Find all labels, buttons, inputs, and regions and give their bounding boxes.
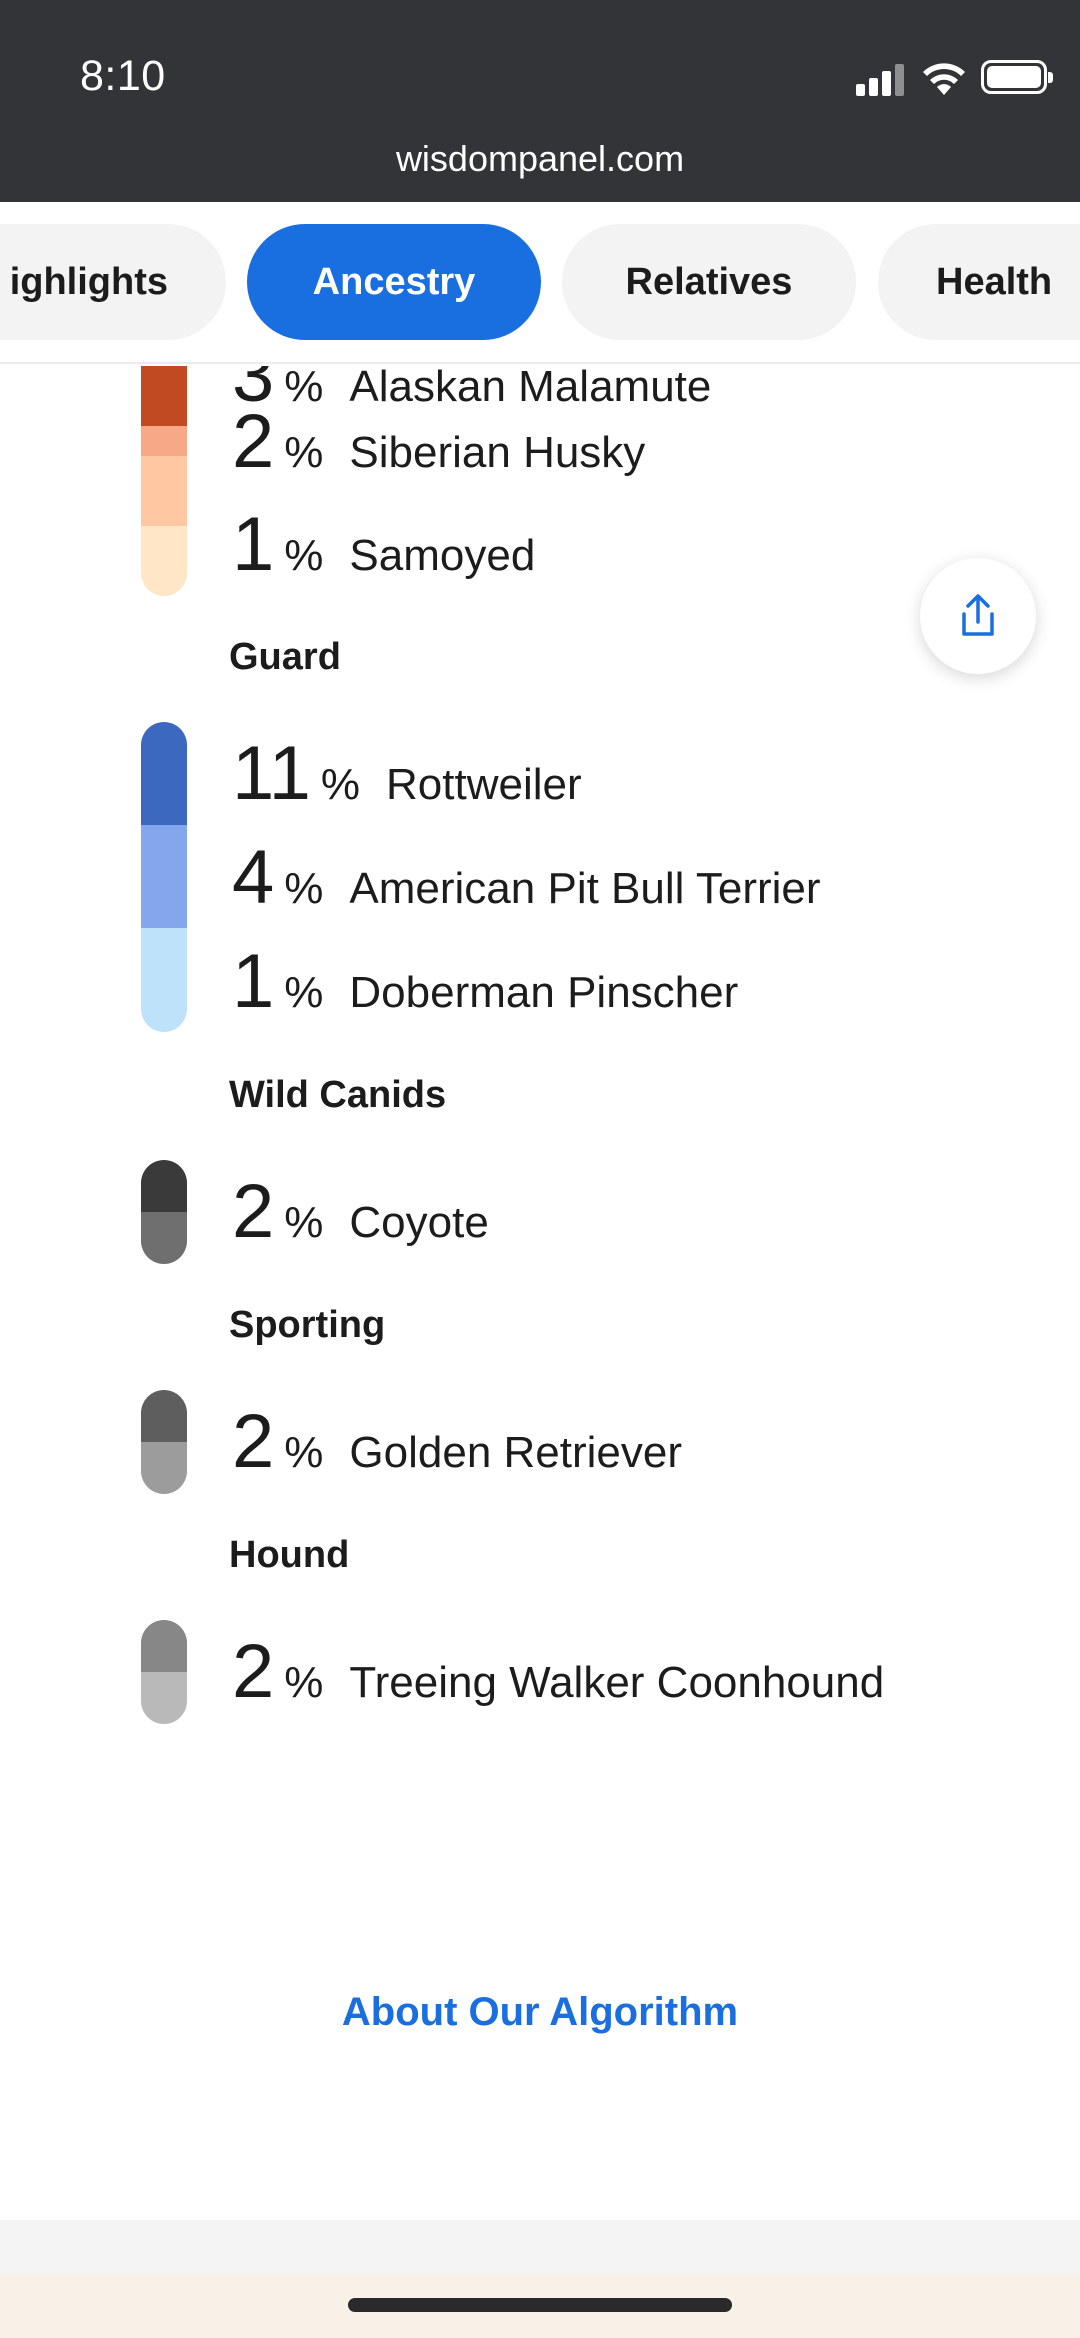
breed-percent: 2 xyxy=(232,1629,275,1714)
breed-percent: 11 xyxy=(232,731,311,816)
breed-percent: 1 xyxy=(232,939,275,1024)
tab-health[interactable]: Health xyxy=(878,224,1080,340)
color-segment xyxy=(141,825,187,928)
group-color-bar xyxy=(141,722,187,1032)
breed-row: 2% Siberian Husky xyxy=(232,402,645,482)
group-color-bar xyxy=(141,1620,187,1724)
tab-ancestry[interactable]: Ancestry xyxy=(247,224,541,340)
breed-percent: 4 xyxy=(232,835,275,920)
battery-icon xyxy=(981,60,1053,94)
percent-sign: % xyxy=(320,760,361,809)
color-segment xyxy=(141,1160,187,1212)
color-segment xyxy=(141,1672,187,1724)
color-segment xyxy=(141,928,187,1032)
breed-percent: 2 xyxy=(232,1399,275,1484)
color-segment xyxy=(141,1212,187,1264)
breed-row: 2% Golden Retriever xyxy=(232,1402,682,1482)
tab-highlights[interactable]: ighlights xyxy=(0,224,226,340)
home-indicator[interactable] xyxy=(348,2298,732,2312)
breed-percent: 1 xyxy=(232,502,275,587)
group-label-sporting: Sporting xyxy=(229,1304,386,1346)
breed-name: American Pit Bull Terrier xyxy=(349,864,821,913)
group-label-hound: Hound xyxy=(229,1534,350,1576)
percent-sign: % xyxy=(284,968,324,1017)
color-segment xyxy=(141,1620,187,1672)
percent-sign: % xyxy=(284,531,324,580)
about-algorithm-link[interactable]: About Our Algorithm xyxy=(0,1990,1080,2035)
percent-sign: % xyxy=(284,1198,324,1247)
percent-sign: % xyxy=(284,864,324,913)
breed-name: Doberman Pinscher xyxy=(349,968,739,1017)
share-icon xyxy=(962,594,994,636)
group-label-wild-canids: Wild Canids xyxy=(229,1074,447,1116)
color-segment xyxy=(141,526,187,596)
breed-row: 1% Samoyed xyxy=(232,505,535,585)
breed-name: Samoyed xyxy=(349,531,536,580)
color-segment xyxy=(141,426,187,456)
report-tab-bar: ighlights Ancestry Relatives Health xyxy=(0,202,1080,364)
tab-relatives[interactable]: Relatives xyxy=(562,224,856,340)
group-color-bar xyxy=(141,366,187,596)
breed-row: 2% Coyote xyxy=(232,1172,489,1252)
percent-sign: % xyxy=(284,1428,324,1477)
breed-name: Coyote xyxy=(349,1198,489,1247)
wifi-icon xyxy=(923,63,965,95)
group-color-bar xyxy=(141,1160,187,1264)
percent-sign: % xyxy=(284,428,324,477)
color-segment xyxy=(141,1442,187,1494)
share-button[interactable] xyxy=(920,558,1036,674)
breed-row: 1% Doberman Pinscher xyxy=(232,942,738,1022)
breed-percent: 2 xyxy=(232,1169,275,1254)
breed-percent: 2 xyxy=(232,399,275,484)
breed-name: Golden Retriever xyxy=(349,1428,683,1477)
color-segment xyxy=(141,722,187,825)
percent-sign: % xyxy=(284,1658,324,1707)
breed-name: Rottweiler xyxy=(386,760,582,809)
page-footer xyxy=(0,2220,1080,2274)
cellular-signal-icon xyxy=(856,64,904,96)
color-segment xyxy=(141,1390,187,1442)
breed-name: Treeing Walker Coonhound xyxy=(349,1658,885,1707)
group-color-bar xyxy=(141,1390,187,1494)
color-segment xyxy=(141,366,187,426)
breed-row: 2% Treeing Walker Coonhound xyxy=(232,1632,884,1712)
ancestry-breakdown: 3% Alaskan Malamute 2% Siberian Husky 1% Sa… xyxy=(0,366,1080,2220)
breed-name: Siberian Husky xyxy=(349,428,646,477)
color-segment xyxy=(141,456,187,526)
breed-row: 11% Rottweiler xyxy=(232,734,582,814)
group-label-guard: Guard xyxy=(229,636,341,678)
url-address[interactable]: wisdompanel.com xyxy=(0,138,1080,180)
browser-top-chrome: 8:10 wisdompanel.com xyxy=(0,0,1080,202)
status-time: 8:10 xyxy=(80,52,166,100)
breed-row: 4% American Pit Bull Terrier xyxy=(232,838,821,918)
